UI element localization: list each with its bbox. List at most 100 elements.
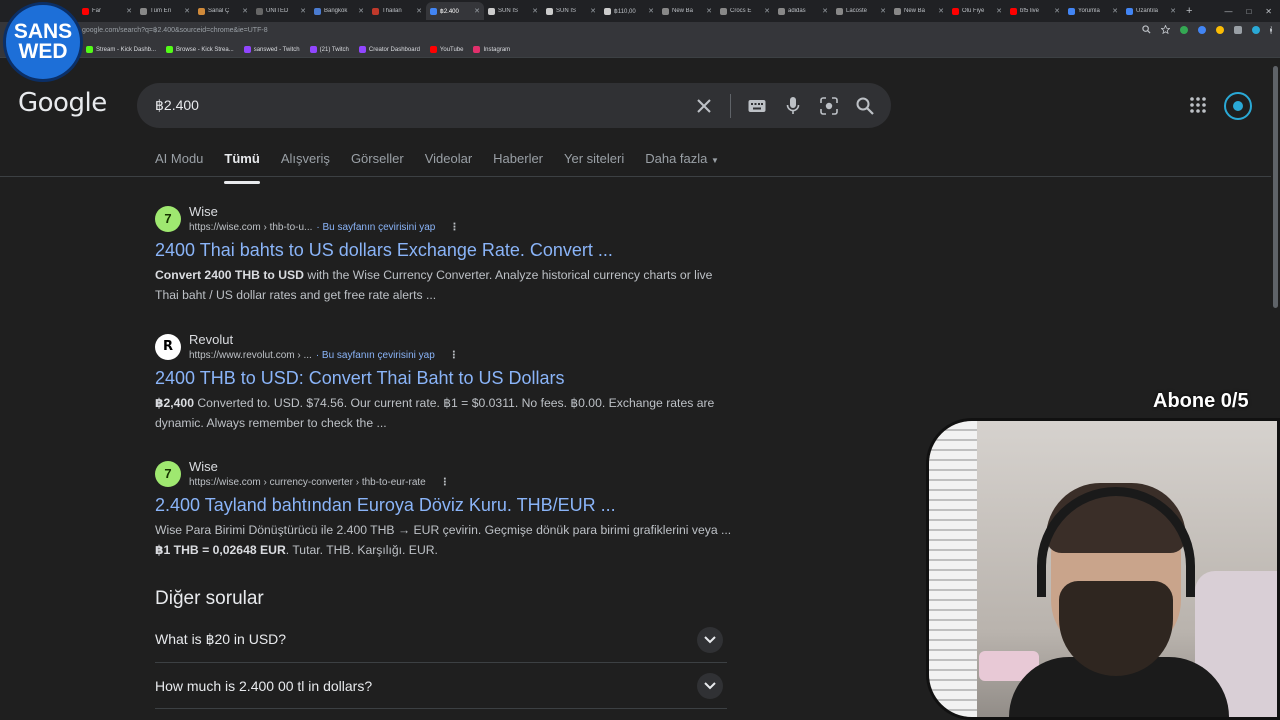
- close-tab-icon[interactable]: ✕: [1054, 7, 1060, 15]
- browser-tab[interactable]: New Ba ✕: [890, 2, 948, 20]
- tab-title: Yorumla: [1078, 8, 1100, 14]
- tab-places[interactable]: Yer siteleri: [564, 151, 624, 174]
- snippet-text: Converted to. USD. $74.56. Our current r…: [155, 396, 715, 430]
- close-tab-icon[interactable]: ✕: [880, 7, 886, 15]
- chevron-down-icon[interactable]: [697, 672, 723, 699]
- bookmark-item[interactable]: (21) Twitch: [309, 46, 349, 53]
- browser-tab[interactable]: Ölü Fiye ✕: [948, 2, 1006, 20]
- close-window-button[interactable]: ✕: [1265, 7, 1272, 16]
- browser-tab[interactable]: SUN İS ✕: [484, 2, 542, 20]
- zoom-icon[interactable]: [1142, 25, 1151, 34]
- close-tab-icon[interactable]: ✕: [184, 7, 190, 15]
- browser-tab[interactable]: bf5 live ✕: [1006, 2, 1064, 20]
- result-source[interactable]: R Revolut https://www.revolut.com › ... ·…: [155, 332, 735, 361]
- google-logo[interactable]: Google: [18, 88, 107, 118]
- apps-grid-icon[interactable]: [1190, 97, 1206, 118]
- related-question[interactable]: How much is 2.400 00 tl in dollars?: [155, 663, 727, 709]
- more-options-icon[interactable]: ⋮: [449, 350, 459, 361]
- translate-link[interactable]: · Bu sayfanın çevirisini yap: [316, 350, 435, 361]
- tab-title: SUN İS: [556, 8, 577, 14]
- extension-icon[interactable]: [1180, 25, 1188, 34]
- close-tab-icon[interactable]: ✕: [474, 7, 480, 15]
- close-tab-icon[interactable]: ✕: [822, 7, 828, 15]
- close-tab-icon[interactable]: ✕: [706, 7, 712, 15]
- browser-tab[interactable]: ฿110,00 ✕: [600, 2, 658, 20]
- browser-tab[interactable]: Tüm Eri ✕: [136, 2, 194, 20]
- menu-kebab-icon[interactable]: [1270, 25, 1272, 34]
- tab-shopping[interactable]: Alışveriş: [281, 151, 330, 174]
- close-tab-icon[interactable]: ✕: [532, 7, 538, 15]
- bookmark-item[interactable]: YouTube: [429, 46, 463, 53]
- browser-tab[interactable]: SUN İS ✕: [542, 2, 600, 20]
- search-box[interactable]: [137, 83, 891, 128]
- new-tab-button[interactable]: +: [1180, 5, 1198, 17]
- tab-title: bf5 live: [1020, 8, 1040, 14]
- url-text[interactable]: google.com/search?q=฿2.400&sourceid=chro…: [82, 26, 268, 34]
- browser-tab[interactable]: Lacoste ✕: [832, 2, 890, 20]
- close-tab-icon[interactable]: ✕: [300, 7, 306, 15]
- browser-tab[interactable]: Bangkok ✕: [310, 2, 368, 20]
- result-title-link[interactable]: 2.400 Tayland bahtından Euroya Döviz Kur…: [155, 495, 735, 516]
- close-tab-icon[interactable]: ✕: [416, 7, 422, 15]
- result-title-link[interactable]: 2400 THB to USD: Convert Thai Baht to US…: [155, 368, 735, 389]
- microphone-icon[interactable]: [783, 96, 803, 116]
- search-input[interactable]: [155, 95, 675, 115]
- extension-icon[interactable]: [1216, 25, 1224, 34]
- close-tab-icon[interactable]: ✕: [358, 7, 364, 15]
- close-tab-icon[interactable]: ✕: [938, 7, 944, 15]
- tab-videos[interactable]: Videolar: [425, 151, 472, 174]
- close-tab-icon[interactable]: ✕: [242, 7, 248, 15]
- translate-link[interactable]: · Bu sayfanın çevirisini yap: [316, 222, 435, 233]
- tab-ai-mode[interactable]: AI Modu: [155, 151, 203, 174]
- browser-tab[interactable]: Far ✕: [78, 2, 136, 20]
- search-icon[interactable]: [855, 96, 875, 116]
- browser-tab[interactable]: Uzantıla ✕: [1122, 2, 1180, 20]
- close-tab-icon[interactable]: ✕: [764, 7, 770, 15]
- close-tab-icon[interactable]: ✕: [1112, 7, 1118, 15]
- tab-news[interactable]: Haberler: [493, 151, 543, 174]
- result-source[interactable]: 7 Wise https://wise.com › currency-conve…: [155, 459, 735, 488]
- browser-tab[interactable]: UNITED ✕: [252, 2, 310, 20]
- bookmark-item[interactable]: sanswed - Twitch: [243, 46, 300, 53]
- close-tab-icon[interactable]: ✕: [648, 7, 654, 15]
- result-source[interactable]: 7 Wise https://wise.com › thb-to-u... · B…: [155, 204, 735, 233]
- more-options-icon[interactable]: ⋮: [440, 477, 450, 488]
- account-avatar[interactable]: [1224, 92, 1252, 120]
- tab-images[interactable]: Görseller: [351, 151, 404, 174]
- close-tab-icon[interactable]: ✕: [590, 7, 596, 15]
- more-options-icon[interactable]: ⋮: [449, 222, 459, 233]
- browser-tab[interactable]: Yorumla ✕: [1064, 2, 1122, 20]
- close-tab-icon[interactable]: ✕: [126, 7, 132, 15]
- scrollbar-thumb[interactable]: [1273, 66, 1278, 308]
- browser-tab[interactable]: ฿2.400 ✕: [426, 2, 484, 20]
- browser-tab[interactable]: Crocs E ✕: [716, 2, 774, 20]
- tab-title: Crocs E: [730, 8, 752, 14]
- browser-tab[interactable]: adidas ✕: [774, 2, 832, 20]
- tab-all[interactable]: Tümü: [224, 151, 261, 184]
- clear-icon[interactable]: [694, 96, 714, 116]
- profile-icon[interactable]: [1252, 25, 1260, 34]
- bookmark-item[interactable]: Instagram: [473, 46, 510, 53]
- minimize-button[interactable]: —: [1224, 7, 1232, 16]
- bookmark-label: Creator Dashboard: [368, 46, 420, 53]
- keyboard-icon[interactable]: [747, 96, 767, 116]
- browser-tab[interactable]: New Ba ✕: [658, 2, 716, 20]
- maximize-button[interactable]: □: [1246, 7, 1251, 16]
- chevron-down-icon[interactable]: [697, 626, 723, 653]
- address-bar[interactable]: google.com/search?q=฿2.400&sourceid=chro…: [0, 22, 1280, 42]
- close-tab-icon[interactable]: ✕: [1170, 7, 1176, 15]
- close-tab-icon[interactable]: ✕: [996, 7, 1002, 15]
- related-question[interactable]: What is ฿20 in USD?: [155, 617, 727, 663]
- bookmark-item[interactable]: Stream - Kick Dashb...: [86, 46, 156, 53]
- header-divider: [0, 176, 1280, 177]
- tab-more[interactable]: Daha fazla ▼: [645, 151, 719, 174]
- bookmark-star-icon[interactable]: [1161, 25, 1170, 34]
- extensions-puzzle-icon[interactable]: [1234, 25, 1242, 34]
- bookmark-item[interactable]: Browse - Kick Strea...: [166, 46, 234, 53]
- browser-tab[interactable]: Sanal Ç ✕: [194, 2, 252, 20]
- result-title-link[interactable]: 2400 Thai bahts to US dollars Exchange R…: [155, 240, 735, 261]
- bookmark-item[interactable]: Creator Dashboard: [358, 46, 420, 53]
- browser-tab[interactable]: Thailan ✕: [368, 2, 426, 20]
- extension-icon[interactable]: [1198, 25, 1206, 34]
- lens-camera-icon[interactable]: [819, 96, 839, 116]
